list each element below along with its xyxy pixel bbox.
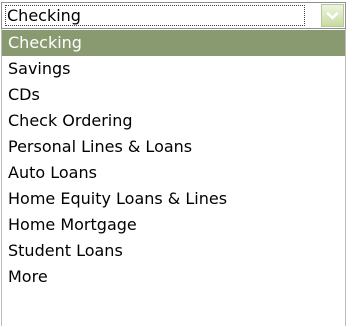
option-personal-lines-loans[interactable]: Personal Lines & Loans	[2, 134, 345, 160]
dropdown-arrow-button[interactable]	[321, 4, 344, 27]
option-auto-loans[interactable]: Auto Loans	[2, 160, 345, 186]
option-check-ordering[interactable]: Check Ordering	[2, 108, 345, 134]
option-checking[interactable]: Checking	[2, 30, 345, 56]
option-student-loans[interactable]: Student Loans	[2, 238, 345, 264]
select-current-value: Checking	[5, 5, 305, 26]
option-savings[interactable]: Savings	[2, 56, 345, 82]
option-more[interactable]: More	[2, 264, 345, 290]
account-type-select[interactable]: Checking	[1, 2, 346, 29]
dropdown-list: Checking Savings CDs Check Ordering Pers…	[1, 29, 346, 326]
option-home-equity-loans-lines[interactable]: Home Equity Loans & Lines	[2, 186, 345, 212]
option-cds[interactable]: CDs	[2, 82, 345, 108]
chevron-down-icon	[326, 11, 339, 21]
option-home-mortgage[interactable]: Home Mortgage	[2, 212, 345, 238]
